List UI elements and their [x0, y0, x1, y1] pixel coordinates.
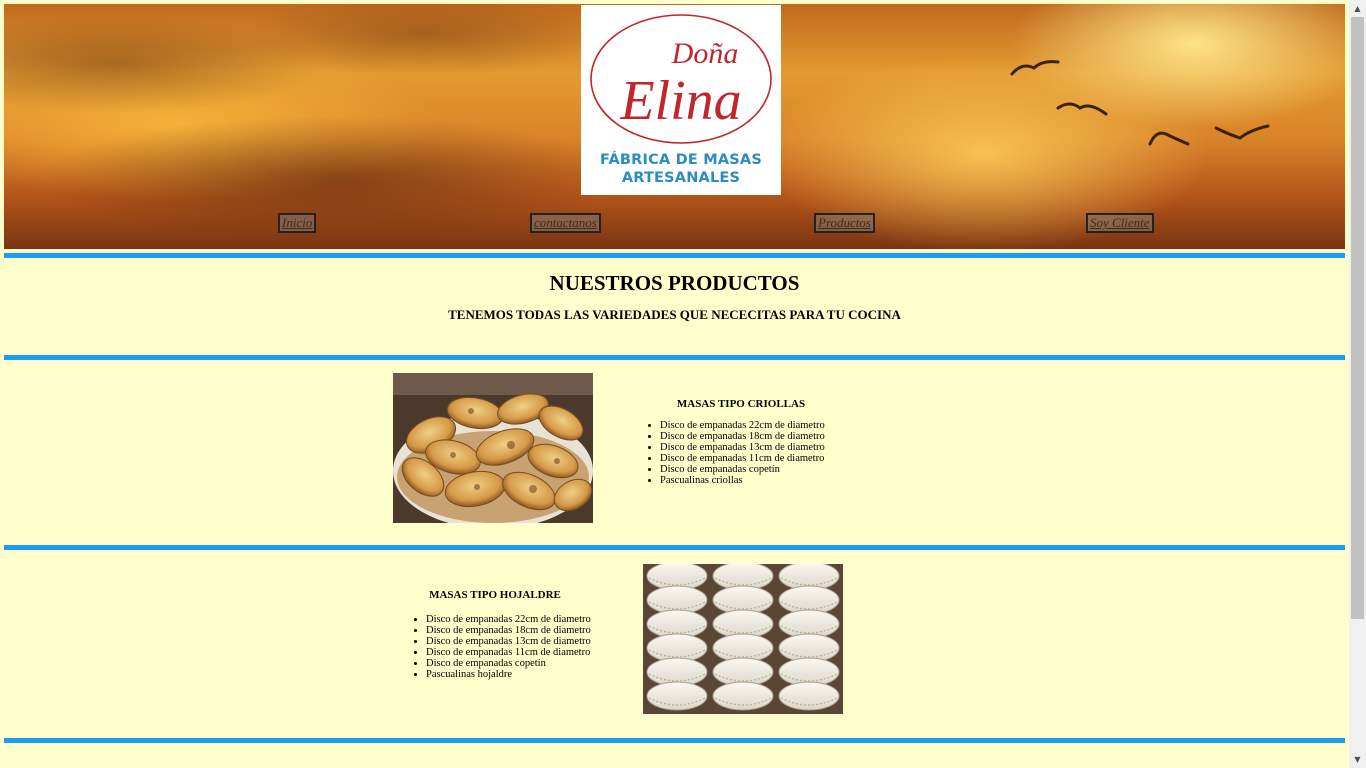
list-item: Disco de empanadas 22cm de diametro	[426, 614, 591, 625]
nav-link-inicio[interactable]: Inicio	[278, 213, 317, 233]
logo-script-line2: Elina	[619, 70, 741, 132]
logo-subtitle: FÁBRICA DE MASAS ARTESANALES	[600, 151, 762, 187]
logo-script-line1: Doña	[671, 37, 739, 70]
separator	[4, 738, 1345, 743]
list-item: Pascualinas hojaldre	[426, 669, 591, 680]
scroll-down-arrow-icon[interactable]: ▼	[1349, 751, 1366, 768]
logo-subtitle-line1: FÁBRICA DE MASAS	[600, 152, 762, 168]
nav-link-contactanos[interactable]: contactanos	[530, 213, 601, 233]
empanadas-criollas-photo	[393, 373, 593, 523]
list-item: Disco de empanadas 13cm de diametro	[426, 636, 591, 647]
logo-subtitle-line2: ARTESANALES	[621, 170, 741, 186]
scroll-up-arrow-icon[interactable]: ▲	[1349, 0, 1366, 17]
separator	[4, 545, 1345, 550]
list-item: Disco de empanadas copetín	[426, 658, 591, 669]
header-banner: Doña Elina FÁBRICA DE MASAS ARTESANALES …	[4, 4, 1345, 249]
separator	[4, 355, 1345, 360]
list-item: Pascualinas criollas	[660, 475, 825, 486]
nav-link-productos[interactable]: Productos	[814, 213, 875, 233]
list-item: Disco de empanadas 11cm de diametro	[660, 453, 825, 464]
logo-emblem: Doña Elina	[590, 14, 772, 144]
page-subtitle: TENEMOS TODAS LAS VARIEDADES QUE NECECIT…	[448, 307, 901, 322]
vertical-scrollbar[interactable]: ▲ ▼	[1349, 0, 1366, 768]
list-item: Disco de empanadas 22cm de diametro	[660, 420, 825, 431]
list-item: Disco de empanadas 18cm de diametro	[426, 625, 591, 636]
product-title-criollas: MASAS TIPO CRIOLLAS	[676, 398, 806, 410]
page-title: NUESTROS PRODUCTOS	[549, 271, 800, 295]
product-list-criollas: Disco de empanadas 22cm de diametro Disc…	[644, 420, 825, 486]
list-item: Disco de empanadas 18cm de diametro	[660, 431, 825, 442]
separator	[4, 253, 1345, 258]
brand-logo[interactable]: Doña Elina FÁBRICA DE MASAS ARTESANALES	[581, 5, 781, 195]
product-list-hojaldre: Disco de empanadas 22cm de diametro Disc…	[410, 614, 591, 680]
nav-link-soy-cliente[interactable]: Soy Cliente	[1086, 213, 1154, 233]
empanadas-hojaldre-photo	[643, 564, 843, 714]
scrollbar-thumb[interactable]	[1351, 17, 1364, 619]
list-item: Disco de empanadas 13cm de diametro	[660, 442, 825, 453]
list-item: Disco de empanadas copetín	[660, 464, 825, 475]
list-item: Disco de empanadas 11cm de diametro	[426, 647, 591, 658]
product-title-hojaldre: MASAS TIPO HOJALDRE	[429, 589, 561, 601]
